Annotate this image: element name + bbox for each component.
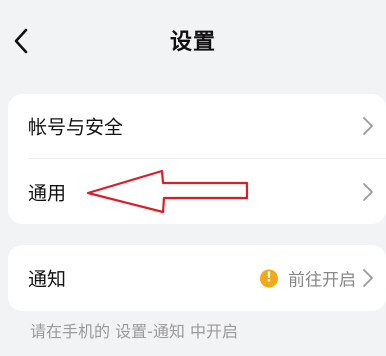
row-divider [28,158,386,159]
notification-status-text: 前往开启 [288,270,356,291]
warning-icon: ! [260,269,278,287]
row-general[interactable]: 通用 [8,160,386,224]
row-account-security-label: 帐号与安全 [28,116,124,139]
page-title: 设置 [169,30,216,55]
row-account-security[interactable]: 帐号与安全 [8,94,386,158]
chevron-right-icon [363,117,373,135]
row-notification-label: 通知 [28,268,67,291]
notification-status: ! 前往开启 [260,266,356,291]
chevron-right-icon [363,269,373,287]
notification-card: 通知 ! 前往开启 [8,245,386,311]
notification-hint-text: 请在手机的 设置-通知 中开启 [30,322,238,341]
row-notification[interactable]: 通知 ! 前往开启 [8,246,386,310]
account-settings-card: 帐号与安全 通用 [8,94,386,224]
header-bar: 设置 [0,0,386,82]
chevron-right-icon [363,183,373,201]
row-general-label: 通用 [28,182,67,205]
